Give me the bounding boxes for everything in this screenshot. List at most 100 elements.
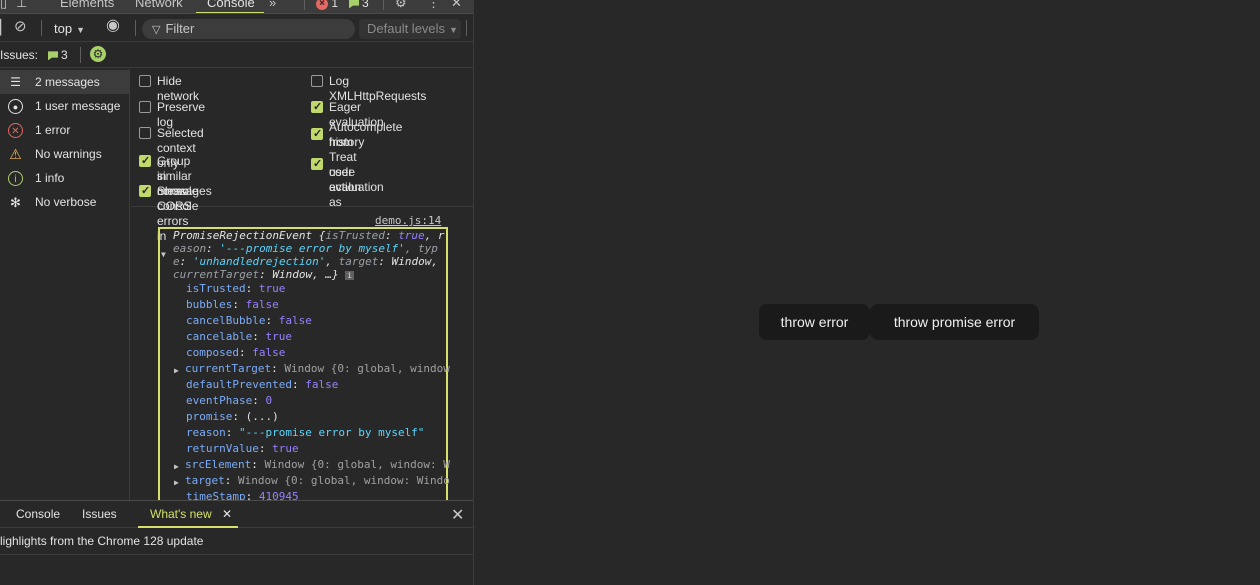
sidebar-item-messages[interactable]: ☰ 2 messages bbox=[0, 70, 129, 94]
checkbox-label-line2: history bbox=[329, 135, 365, 149]
property-key: defaultPrevented bbox=[186, 378, 292, 391]
throw-error-button[interactable]: throw error bbox=[759, 304, 870, 340]
property-colon: : bbox=[271, 362, 285, 375]
property-row[interactable]: composed: false bbox=[186, 346, 285, 359]
checkbox-box bbox=[139, 101, 151, 113]
property-key: cancelBubble bbox=[186, 314, 266, 327]
checkbox-box-checked bbox=[311, 100, 323, 115]
property-key: target bbox=[185, 474, 225, 487]
console-settings-panel: Hide network Preserve log Selected conte… bbox=[131, 69, 473, 243]
property-row[interactable]: promise: (...) bbox=[186, 410, 279, 423]
property-value: Window {0: global, window bbox=[284, 362, 450, 375]
list-icon: ☰ bbox=[10, 75, 21, 89]
property-key: eventPhase bbox=[186, 394, 253, 407]
property-colon: : bbox=[291, 378, 306, 391]
tab-network[interactable]: Network bbox=[135, 0, 183, 13]
devtools-panel: ▯ ⊥ Elements Network Console » × 1 3 ⚙ ⋮… bbox=[0, 0, 474, 585]
live-expression-eye-icon[interactable]: ◉ bbox=[106, 18, 120, 34]
sidebar-item-errors[interactable]: ✕ 1 error bbox=[0, 118, 129, 142]
sidebar-item-info[interactable]: i 1 info bbox=[0, 166, 129, 190]
throw-promise-error-button[interactable]: throw promise error bbox=[870, 304, 1039, 340]
more-tabs-icon[interactable]: » bbox=[269, 0, 276, 12]
checkbox-label-line2: user action bbox=[329, 165, 362, 194]
property-row[interactable]: isTrusted: true bbox=[186, 282, 285, 295]
filter-funnel-icon: ▽ bbox=[152, 24, 161, 36]
close-devtools-icon[interactable]: ✕ bbox=[451, 0, 462, 12]
property-row[interactable]: ▶ srcElement: Window {0: global, window: … bbox=[174, 458, 450, 471]
property-row[interactable]: bubbles: false bbox=[186, 298, 279, 311]
property-colon: : bbox=[238, 346, 253, 359]
property-row[interactable]: ▶ target: Window {0: global, window: Wind… bbox=[174, 474, 450, 487]
summary-line-1[interactable]: PromiseRejectionEvent {isTrusted: true, … bbox=[173, 229, 445, 242]
divider bbox=[135, 20, 136, 36]
filter-input[interactable]: ▽ Filter bbox=[142, 19, 355, 39]
source-link[interactable]: demo.js:14 bbox=[375, 214, 441, 227]
property-colon: : bbox=[225, 426, 239, 439]
sidebar-item-user-messages[interactable]: ● 1 user message bbox=[0, 94, 129, 118]
divider bbox=[304, 0, 305, 10]
clear-console-icon[interactable]: ⊘ bbox=[14, 19, 27, 34]
log-levels-dropdown[interactable]: Default levels ▼ bbox=[359, 19, 461, 39]
property-row[interactable]: ▶ currentTarget: Window {0: global, windo… bbox=[174, 362, 450, 375]
settings-gear-icon[interactable]: ⚙ bbox=[395, 0, 407, 12]
summary-line-2[interactable]: eason: '---promise error by myself', typ bbox=[173, 242, 438, 255]
checkbox-box-checked bbox=[139, 154, 151, 169]
checkbox-box bbox=[311, 75, 323, 87]
error-icon: × bbox=[316, 0, 328, 10]
property-row[interactable]: timeStamp: 410945 bbox=[186, 490, 299, 500]
property-colon: : bbox=[245, 282, 259, 295]
property-value: Window {0: global, window: Windo bbox=[238, 474, 450, 487]
kebab-menu-icon[interactable]: ⋮ bbox=[427, 0, 440, 12]
issue-count-badge[interactable]: 3 bbox=[349, 0, 369, 10]
expand-triangle-icon[interactable]: ▶ bbox=[174, 476, 179, 489]
sidebar-item-label: 1 error bbox=[35, 123, 71, 137]
info-icon[interactable]: i bbox=[345, 270, 355, 280]
console-settings-gear-icon[interactable]: ⚙ bbox=[90, 46, 106, 62]
expand-triangle-icon[interactable]: ▶ bbox=[174, 364, 179, 377]
close-drawer-icon[interactable]: ✕ bbox=[451, 505, 464, 525]
sidebar-item-label: No verbose bbox=[35, 195, 97, 209]
checkbox-box bbox=[139, 127, 151, 139]
expand-triangle-icon[interactable]: ▶ bbox=[174, 460, 179, 473]
summary-line-3[interactable]: e: 'unhandledrejection', target: Window, bbox=[173, 255, 438, 268]
property-row[interactable]: cancelBubble: false bbox=[186, 314, 312, 327]
tab-elements[interactable]: Elements bbox=[60, 0, 114, 13]
sidebar-item-verbose[interactable]: ✻ No verbose bbox=[0, 190, 129, 214]
property-key: srcElement bbox=[185, 458, 252, 471]
property-colon: : bbox=[252, 394, 266, 407]
context-select[interactable]: top ▼ bbox=[54, 21, 85, 36]
whats-new-highlight[interactable]: lighlights from the Chrome 128 update bbox=[0, 528, 473, 555]
property-colon: : bbox=[232, 410, 246, 423]
property-colon: : bbox=[252, 330, 266, 343]
divider bbox=[41, 20, 42, 36]
sidebar-item-warnings[interactable]: ⚠ No warnings bbox=[0, 142, 129, 166]
property-row[interactable]: reason: "---promise error by myself" bbox=[186, 426, 424, 439]
chevron-down-icon: ▼ bbox=[76, 25, 85, 35]
devtools-tab-strip: ▯ ⊥ Elements Network Console » × 1 3 ⚙ ⋮… bbox=[0, 0, 473, 14]
drawer-tab-console[interactable]: Console bbox=[16, 507, 60, 521]
bug-icon: ✻ bbox=[10, 195, 21, 210]
sidebar-toggle-icon[interactable]: ▏ bbox=[0, 20, 11, 34]
issues-count-button[interactable]: 3 bbox=[48, 48, 68, 62]
property-key: cancelable bbox=[186, 330, 253, 343]
console-message-object: ▼ PromiseRejectionEvent {isTrusted: true… bbox=[158, 227, 450, 500]
summary-line-4[interactable]: currentTarget: Window, …} i bbox=[173, 268, 355, 281]
property-colon: : bbox=[258, 442, 273, 455]
drawer-tab-issues[interactable]: Issues bbox=[82, 507, 117, 521]
dock-icon[interactable]: ▯ bbox=[0, 0, 7, 12]
error-count-badge[interactable]: × 1 bbox=[316, 0, 338, 10]
property-row[interactable]: cancelable: true bbox=[186, 330, 292, 343]
property-key: bubbles bbox=[186, 298, 233, 311]
property-row[interactable]: returnValue: true bbox=[186, 442, 299, 455]
collapse-triangle-icon[interactable]: ▼ bbox=[161, 250, 166, 259]
warning-icon: ⚠ bbox=[9, 146, 22, 162]
drawer-tab-whats-new[interactable]: What's new bbox=[150, 507, 212, 521]
property-value: true bbox=[265, 330, 292, 343]
issues-count: 3 bbox=[61, 48, 68, 62]
checkbox-box-checked bbox=[139, 184, 151, 199]
property-key: composed bbox=[186, 346, 239, 359]
close-tab-icon[interactable]: ✕ bbox=[222, 507, 232, 521]
property-row[interactable]: defaultPrevented: false bbox=[186, 378, 338, 391]
device-toolbar-icon[interactable]: ⊥ bbox=[16, 0, 27, 12]
property-row[interactable]: eventPhase: 0 bbox=[186, 394, 272, 407]
